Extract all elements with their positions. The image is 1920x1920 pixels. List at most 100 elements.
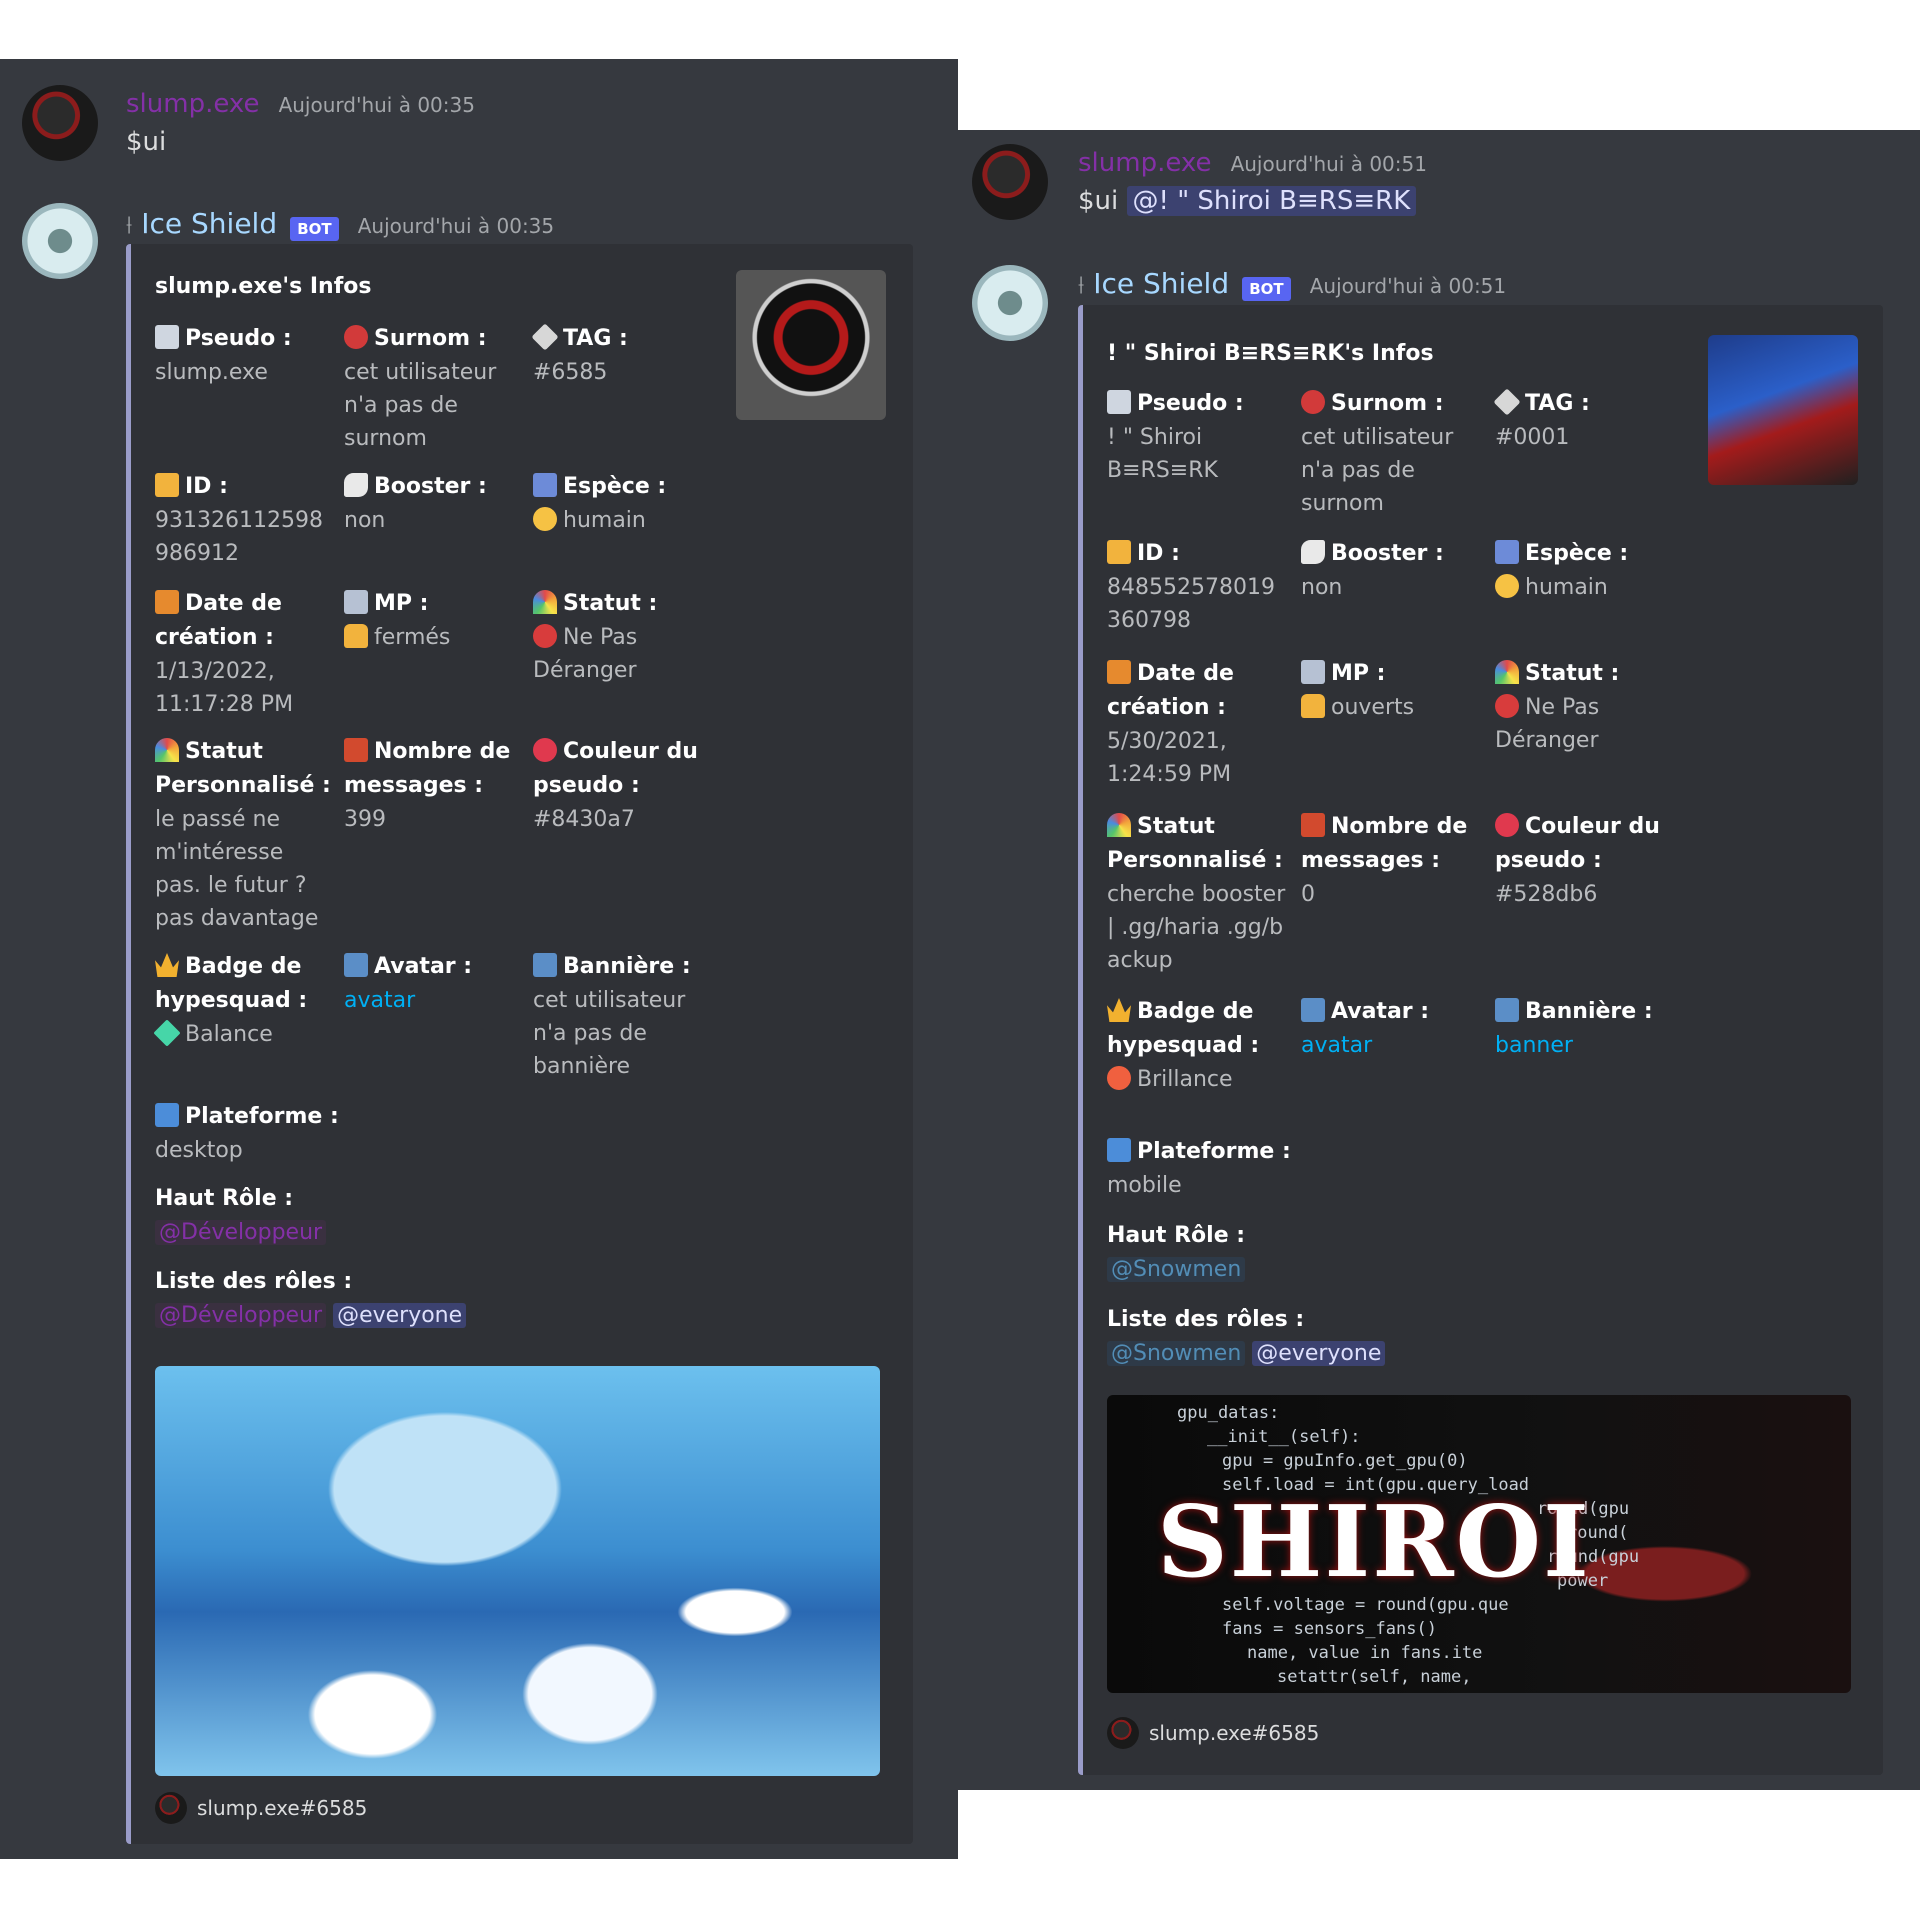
red-apple-icon bbox=[1495, 813, 1519, 837]
shiroi-logo: SHIROI bbox=[1157, 1485, 1591, 1600]
bot-reply-message: ⟊ Ice Shield BOT Aujourd'hui à 00:51 ! "… bbox=[958, 265, 1920, 1785]
field-liste-roles: Liste des rôles : @Snowmen @everyone bbox=[1107, 1303, 1607, 1370]
user-info-embed: ! " Shiroi B≡RS≡RK's Infos Pseudo : ! " … bbox=[1078, 305, 1883, 1775]
field-plateforme: Plateforme : desktop bbox=[155, 1103, 339, 1163]
bot-name[interactable]: Ice Shield bbox=[141, 207, 277, 240]
person-emoji-icon bbox=[1495, 574, 1519, 598]
field-plateforme: Plateforme : mobile bbox=[1107, 1138, 1291, 1198]
credit-card-icon bbox=[155, 473, 179, 497]
right-chat-panel: slump.exe Aujourd'hui à 00:51 $ui @! " S… bbox=[958, 130, 1920, 1790]
framed-picture-icon bbox=[533, 953, 557, 977]
role-mention[interactable]: @Développeur bbox=[155, 1303, 327, 1328]
left-chat-panel: slump.exe Aujourd'hui à 00:35 $ui ⟊ Ice … bbox=[0, 59, 958, 1859]
banner-image[interactable] bbox=[155, 1366, 880, 1776]
outbox-tray-icon bbox=[344, 738, 368, 762]
bot-pin-icon: ⟊ bbox=[126, 211, 133, 239]
field-nb-messages: Nombre de messages : 399 bbox=[344, 738, 511, 832]
embed-thumbnail[interactable] bbox=[1708, 335, 1858, 485]
message-text: $ui bbox=[126, 127, 167, 157]
do-not-disturb-icon bbox=[1495, 694, 1519, 718]
credit-card-icon bbox=[1107, 540, 1131, 564]
field-espece: Espèce : humain bbox=[533, 470, 713, 537]
field-pseudo: Pseudo : slump.exe bbox=[155, 325, 292, 385]
field-haut-role: Haut Rôle : @Snowmen bbox=[1107, 1223, 1246, 1282]
field-tag: TAG : #6585 bbox=[531, 322, 713, 389]
field-booster: Booster : non bbox=[344, 473, 487, 533]
user-mention[interactable]: @! " Shiroi B≡RS≡RK bbox=[1126, 186, 1417, 216]
rainbow-icon bbox=[1107, 813, 1131, 837]
bot-reply-message: ⟊ Ice Shield BOT Aujourd'hui à 00:35 slu… bbox=[0, 199, 958, 1859]
flexed-biceps-icon bbox=[344, 473, 368, 497]
japanese-goblin-icon bbox=[344, 325, 368, 349]
timestamp: Aujourd'hui à 00:51 bbox=[1230, 152, 1427, 176]
avatar-link[interactable]: avatar bbox=[1301, 1029, 1481, 1062]
field-mp: MP : fermés bbox=[344, 587, 524, 654]
flexed-biceps-icon bbox=[1301, 540, 1325, 564]
footer-avatar bbox=[155, 1792, 187, 1824]
bot-pin-icon: ⟊ bbox=[1078, 271, 1085, 299]
label-tag-icon bbox=[531, 323, 559, 351]
lock-icon bbox=[344, 624, 368, 648]
field-banniere: Bannière : cet utilisateur n'a pas de ba… bbox=[533, 953, 691, 1079]
avatar-link[interactable]: avatar bbox=[344, 984, 524, 1017]
embed-title: ! " Shiroi B≡RS≡RK's Infos bbox=[1107, 341, 1434, 366]
outbox-tray-icon bbox=[1301, 813, 1325, 837]
field-surnom: Surnom : cet utilisateur n'a pas de surn… bbox=[1301, 390, 1454, 516]
hypesquad-balance-icon bbox=[153, 1019, 181, 1047]
field-couleur: Couleur du pseudo : #8430a7 bbox=[533, 738, 698, 832]
envelope-icon bbox=[1301, 660, 1325, 684]
open-lock-icon bbox=[1301, 694, 1325, 718]
timestamp: Aujourd'hui à 00:35 bbox=[357, 214, 555, 238]
everyone-mention[interactable]: @everyone bbox=[1252, 1341, 1386, 1366]
role-mention[interactable]: @Développeur bbox=[155, 1220, 327, 1245]
timestamp: Aujourd'hui à 00:35 bbox=[278, 93, 475, 117]
user-avatar[interactable] bbox=[972, 144, 1048, 220]
message-text: $ui @! " Shiroi B≡RS≡RK bbox=[1078, 186, 1417, 216]
role-mention[interactable]: @Snowmen bbox=[1107, 1341, 1246, 1366]
command-message: slump.exe Aujourd'hui à 00:35 $ui bbox=[0, 59, 958, 179]
field-mp: MP : ouverts bbox=[1301, 657, 1481, 724]
red-apple-icon bbox=[533, 738, 557, 762]
field-couleur: Couleur du pseudo : #528db6 bbox=[1495, 813, 1660, 907]
field-nb-messages: Nombre de messages : 0 bbox=[1301, 813, 1468, 907]
field-liste-roles: Liste des rôles : @Développeur @everyone bbox=[155, 1265, 655, 1332]
framed-picture-icon bbox=[1301, 998, 1325, 1022]
everyone-mention[interactable]: @everyone bbox=[333, 1303, 467, 1328]
field-tag: TAG : #0001 bbox=[1493, 387, 1675, 454]
banner-link[interactable]: banner bbox=[1495, 1029, 1675, 1062]
bot-avatar[interactable] bbox=[972, 265, 1048, 341]
field-date-creation: Date de création : 1/13/2022, 11:17:28 P… bbox=[155, 590, 294, 717]
bot-badge: BOT bbox=[1242, 276, 1291, 301]
field-statut: Statut : Ne Pas Déranger bbox=[1495, 660, 1620, 753]
hypesquad-brilliance-icon bbox=[1107, 1066, 1131, 1090]
banner-image[interactable]: gpu_datas: __init__(self): gpu = gpuInfo… bbox=[1107, 1395, 1851, 1693]
field-haut-role: Haut Rôle : @Développeur bbox=[155, 1182, 555, 1249]
crown-icon bbox=[155, 953, 179, 977]
field-badge: Badge de hypesquad : Balance bbox=[153, 953, 308, 1047]
command-message: slump.exe Aujourd'hui à 00:51 $ui @! " S… bbox=[958, 130, 1920, 250]
field-booster: Booster : non bbox=[1301, 540, 1444, 600]
bot-name[interactable]: Ice Shield bbox=[1093, 267, 1229, 300]
footer-avatar bbox=[1107, 1717, 1139, 1749]
code-text: name, value in fans.ite bbox=[1247, 1643, 1483, 1663]
bot-avatar[interactable] bbox=[22, 203, 98, 279]
laptop-icon bbox=[1107, 1138, 1131, 1162]
person-emoji-icon bbox=[533, 507, 557, 531]
field-avatar: Avatar : avatar bbox=[344, 950, 524, 1017]
role-mention[interactable]: @Snowmen bbox=[1107, 1257, 1246, 1282]
user-avatar[interactable] bbox=[22, 85, 98, 161]
laptop-icon bbox=[155, 1103, 179, 1127]
embed-footer: slump.exe#6585 bbox=[1107, 1717, 1319, 1749]
username[interactable]: slump.exe bbox=[1078, 148, 1211, 178]
field-surnom: Surnom : cet utilisateur n'a pas de surn… bbox=[344, 325, 497, 451]
field-espece: Espèce : humain bbox=[1495, 537, 1675, 604]
embed-thumbnail[interactable] bbox=[736, 270, 886, 420]
label-tag-icon bbox=[1493, 388, 1521, 416]
user-info-embed: slump.exe's Infos Pseudo : slump.exe Sur… bbox=[126, 244, 913, 1844]
username[interactable]: slump.exe bbox=[126, 89, 259, 119]
code-text: setattr(self, name, bbox=[1277, 1667, 1472, 1687]
rainbow-icon bbox=[155, 738, 179, 762]
satellite-icon bbox=[533, 473, 557, 497]
field-pseudo: Pseudo : ! " Shiroi B≡RS≡RK bbox=[1107, 390, 1244, 483]
embed-title: slump.exe's Infos bbox=[155, 274, 372, 299]
